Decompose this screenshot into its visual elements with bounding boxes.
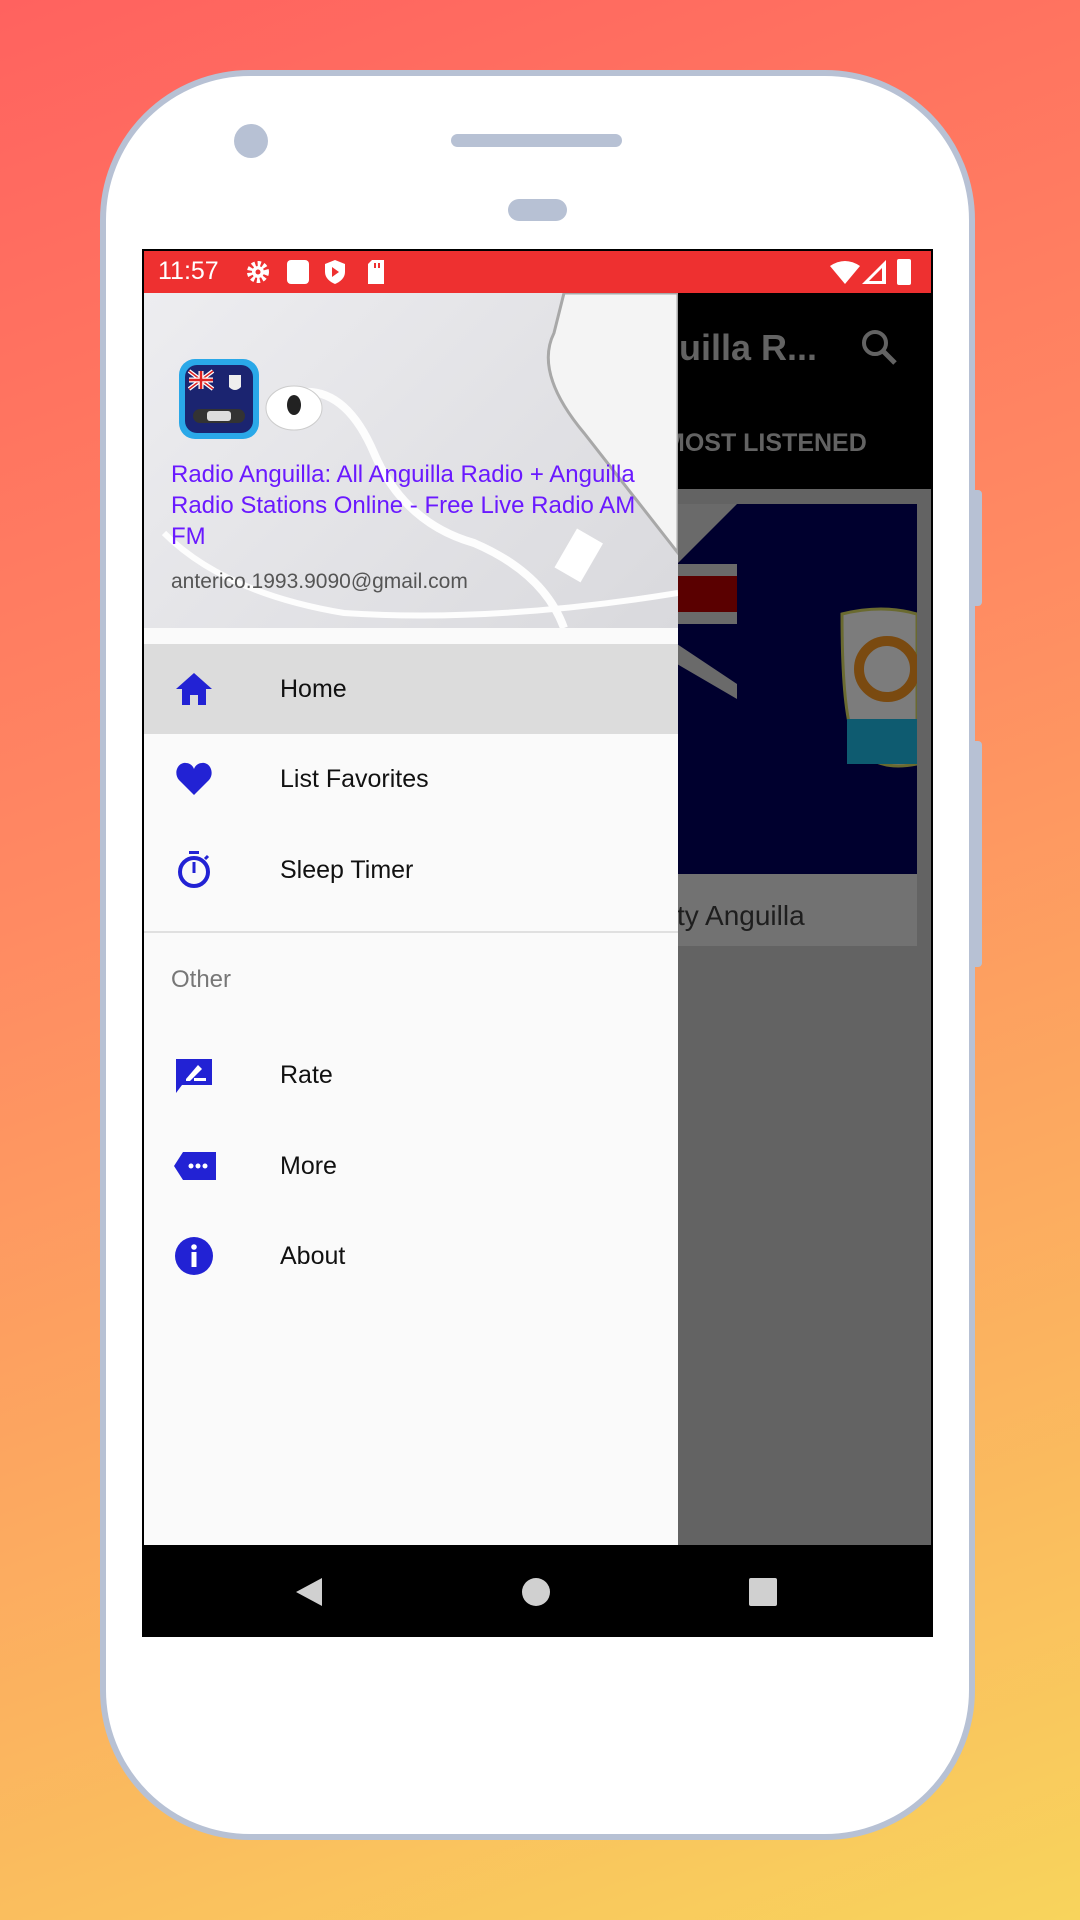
heart-icon <box>176 762 212 795</box>
drawer-item-more[interactable]: More <box>144 1121 678 1211</box>
status-time: 11:57 <box>158 257 219 285</box>
screen: 11:57 uilla R... MOST LISTENED ty Anguil… <box>142 249 933 1637</box>
drawer-app-title: Radio Anguilla: All Anguilla Radio + Ang… <box>171 461 636 550</box>
timer-icon <box>178 851 210 888</box>
drawer-email: anterico.1993.9090@gmail.com <box>171 570 468 593</box>
navigation-bar <box>144 1545 931 1635</box>
info-icon <box>175 1237 213 1275</box>
app-title: uilla R... <box>679 327 818 368</box>
drawer-item-rate[interactable]: Rate <box>144 1030 678 1120</box>
status-bar: 11:57 <box>144 251 931 293</box>
power-button <box>973 490 982 606</box>
drawer-item-label: List Favorites <box>280 765 429 793</box>
earpiece-speaker <box>451 134 622 147</box>
more-label-icon <box>174 1152 216 1180</box>
drawer-item-home[interactable]: Home <box>144 644 678 734</box>
drawer-item-label: About <box>280 1242 346 1270</box>
drawer-item-label: Home <box>280 675 347 703</box>
app-logo <box>179 359 259 439</box>
front-camera <box>234 124 268 158</box>
drawer-item-list-favorites[interactable]: List Favorites <box>144 734 678 824</box>
drawer-divider <box>144 931 678 933</box>
drawer-item-label: Rate <box>280 1061 333 1089</box>
search-icon[interactable] <box>859 327 899 367</box>
drawer-item-label: Sleep Timer <box>280 856 414 884</box>
rate-review-icon <box>176 1059 212 1093</box>
tab-most-listened[interactable]: MOST LISTENED <box>664 429 867 458</box>
home-circle-icon[interactable] <box>520 1576 552 1608</box>
navigation-drawer: Radio Anguilla: All Anguilla Radio + Ang… <box>144 293 678 1545</box>
square-icon <box>287 260 309 284</box>
drawer-item-label: More <box>280 1152 337 1180</box>
drawer-item-sleep-timer[interactable]: Sleep Timer <box>144 825 678 915</box>
sd-card-icon <box>368 260 384 284</box>
volume-button <box>973 741 982 967</box>
proximity-sensor <box>508 199 567 221</box>
home-icon <box>176 673 212 705</box>
signal-icon <box>862 260 886 284</box>
wifi-icon <box>830 261 860 284</box>
station-flag-image <box>677 504 917 874</box>
section-label-other: Other <box>171 966 232 993</box>
station-card[interactable]: ty Anguilla <box>677 504 917 946</box>
recents-icon[interactable] <box>748 1577 778 1607</box>
back-icon[interactable] <box>294 1576 324 1608</box>
gear-icon <box>247 261 269 283</box>
play-shield-icon <box>325 260 345 284</box>
battery-icon <box>897 259 911 285</box>
station-name: ty Anguilla <box>677 900 805 931</box>
drawer-header: Radio Anguilla: All Anguilla Radio + Ang… <box>144 293 678 628</box>
drawer-item-about[interactable]: About <box>144 1211 678 1301</box>
